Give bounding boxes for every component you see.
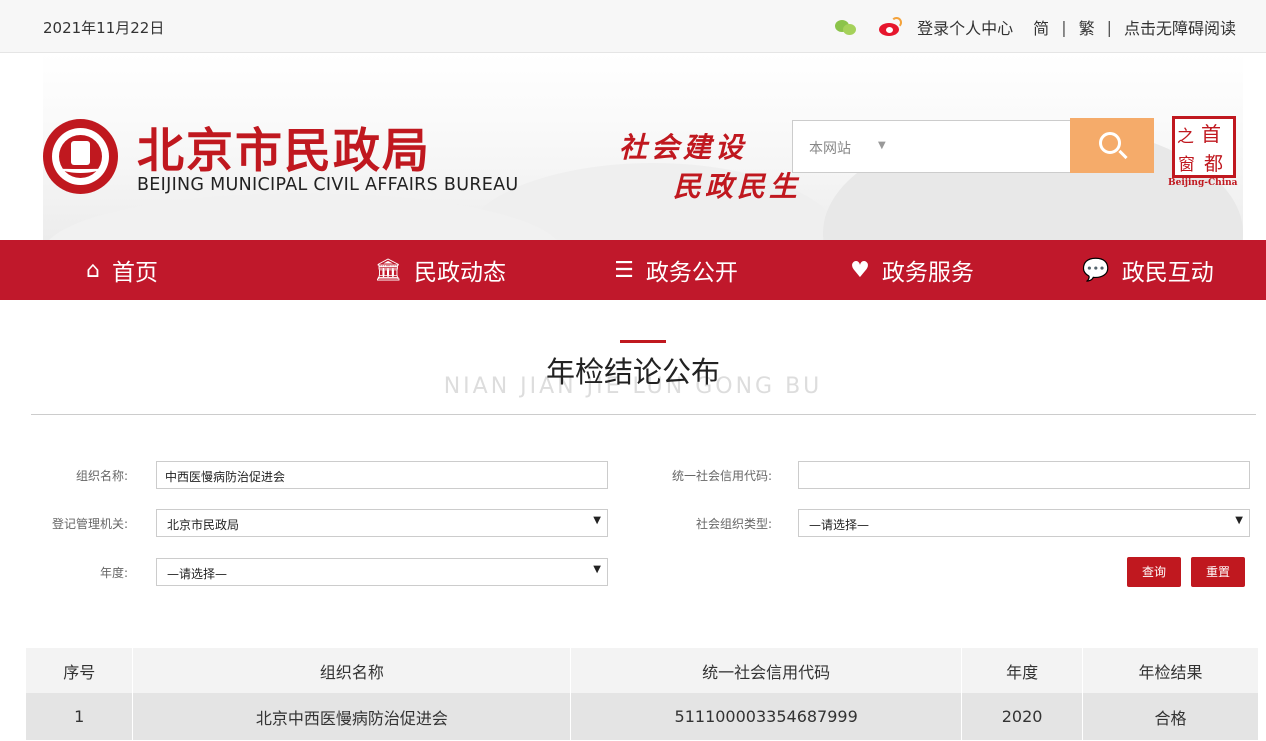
org-type-value: —请选择— <box>809 518 870 532</box>
divider <box>31 414 1256 415</box>
nav-item-interaction[interactable]: 💬 政民互动 <box>1030 240 1266 300</box>
accessible-reading-link[interactable]: 点击无障碍阅读 <box>1124 15 1236 39</box>
credit-code-input[interactable] <box>798 461 1250 489</box>
search-scope-select[interactable]: 本网站 <box>809 138 851 158</box>
chevron-down-icon: ▼ <box>593 564 601 575</box>
reset-button[interactable]: 重置 <box>1191 557 1245 587</box>
year-select[interactable]: —请选择— ▼ <box>156 558 608 586</box>
org-type-select[interactable]: —请选择— ▼ <box>798 509 1250 537</box>
weibo-icon[interactable] <box>877 17 903 37</box>
nav-label: 政民互动 <box>1121 260 1214 286</box>
nav-item-home[interactable]: ⌂ 首页 <box>0 240 322 300</box>
list-icon: ☰ <box>614 257 634 283</box>
results-table: 序号 组织名称 统一社会信用代码 年度 年检结果 1 北京中西医慢病防治促进会 … <box>26 648 1259 740</box>
background-hill <box>43 193 563 240</box>
capital-window-subtitle: Beijing-China <box>1168 178 1238 188</box>
separator: | <box>1106 17 1112 37</box>
chevron-down-icon: ▼ <box>1235 515 1243 526</box>
chevron-down-icon[interactable]: ▼ <box>878 140 886 151</box>
nav-label: 民政动态 <box>413 260 506 286</box>
search-icon <box>1099 132 1121 154</box>
org-type-label: 社会组织类型: <box>695 517 772 531</box>
header-banner: 北京市民政局 BEIJING MUNICIPAL CIVIL AFFAIRS B… <box>43 53 1243 240</box>
search-button[interactable] <box>1070 118 1154 173</box>
table-header-row: 序号 组织名称 统一社会信用代码 年度 年检结果 <box>26 648 1259 693</box>
login-link[interactable]: 登录个人中心 <box>917 15 1013 39</box>
title-accent-line <box>620 340 666 343</box>
building-icon: 🏛 <box>374 257 402 283</box>
slogan-line-1: 社会建设 <box>619 131 748 164</box>
separator: | <box>1061 17 1067 37</box>
cell-credit-code: 511100003354687999 <box>570 693 963 740</box>
column-header: 组织名称 <box>132 648 572 693</box>
simplified-chinese-link[interactable]: 简 <box>1033 15 1049 39</box>
capital-window-logo[interactable]: 之 首 窗 都 <box>1172 116 1236 178</box>
logo-char: 之 <box>1177 127 1194 147</box>
authority-value: 北京市民政局 <box>167 518 240 532</box>
nav-item-news[interactable]: 🏛 民政动态 <box>322 240 558 300</box>
top-bar: 2021年11月22日 登录个人中心 简 | 繁 | 点击无障碍阅读 <box>0 0 1266 53</box>
traditional-chinese-link[interactable]: 繁 <box>1079 15 1095 39</box>
slogan-line-2: 民政民生 <box>673 170 802 203</box>
column-header: 年检结果 <box>1082 648 1259 693</box>
logo-char: 都 <box>1204 153 1224 175</box>
cell-result: 合格 <box>1082 693 1259 740</box>
org-name-label: 组织名称: <box>75 469 128 483</box>
column-header: 序号 <box>26 648 134 693</box>
nav-label: 政务服务 <box>881 260 974 286</box>
cell-org-name[interactable]: 北京中西医慢病防治促进会 <box>132 693 572 740</box>
nav-label: 首页 <box>111 260 158 286</box>
current-date: 2021年11月22日 <box>43 19 165 37</box>
nav-label: 政务公开 <box>645 260 738 286</box>
site-title-cn[interactable]: 北京市民政局 <box>137 112 431 181</box>
cell-year: 2020 <box>961 693 1084 740</box>
top-links: 登录个人中心 简 | 繁 | 点击无障碍阅读 <box>835 15 1236 39</box>
column-header: 统一社会信用代码 <box>570 648 963 693</box>
search-input[interactable] <box>903 121 1063 172</box>
bureau-logo-icon[interactable] <box>43 119 118 194</box>
nav-item-disclosure[interactable]: ☰ 政务公开 <box>558 240 794 300</box>
credit-code-label: 统一社会信用代码: <box>671 469 772 483</box>
query-button[interactable]: 查询 <box>1127 557 1181 587</box>
main-nav: ⌂ 首页 🏛 民政动态 ☰ 政务公开 ♥ 政务服务 💬 政民互动 <box>0 240 1266 300</box>
year-value: —请选择— <box>167 567 228 581</box>
column-header: 年度 <box>961 648 1084 693</box>
page-title: 年检结论公布 <box>545 355 720 389</box>
home-icon: ⌂ <box>86 257 100 283</box>
site-title-en: BEIJING MUNICIPAL CIVIL AFFAIRS BUREAU <box>137 175 519 195</box>
cell-index: 1 <box>26 693 134 740</box>
authority-label: 登记管理机关: <box>51 517 128 531</box>
logo-char: 窗 <box>1178 155 1195 175</box>
chat-icon: 💬 <box>1082 257 1110 283</box>
org-name-input[interactable]: 中西医慢病防治促进会 <box>156 461 608 489</box>
table-row[interactable]: 1 北京中西医慢病防治促进会 511100003354687999 2020 合… <box>26 693 1259 740</box>
year-label: 年度: <box>99 566 128 580</box>
nav-item-services[interactable]: ♥ 政务服务 <box>794 240 1030 300</box>
chevron-down-icon: ▼ <box>593 515 601 526</box>
authority-select[interactable]: 北京市民政局 ▼ <box>156 509 608 537</box>
wechat-icon[interactable] <box>835 18 857 36</box>
logo-char: 首 <box>1201 122 1221 146</box>
heart-icon: ♥ <box>850 257 870 283</box>
